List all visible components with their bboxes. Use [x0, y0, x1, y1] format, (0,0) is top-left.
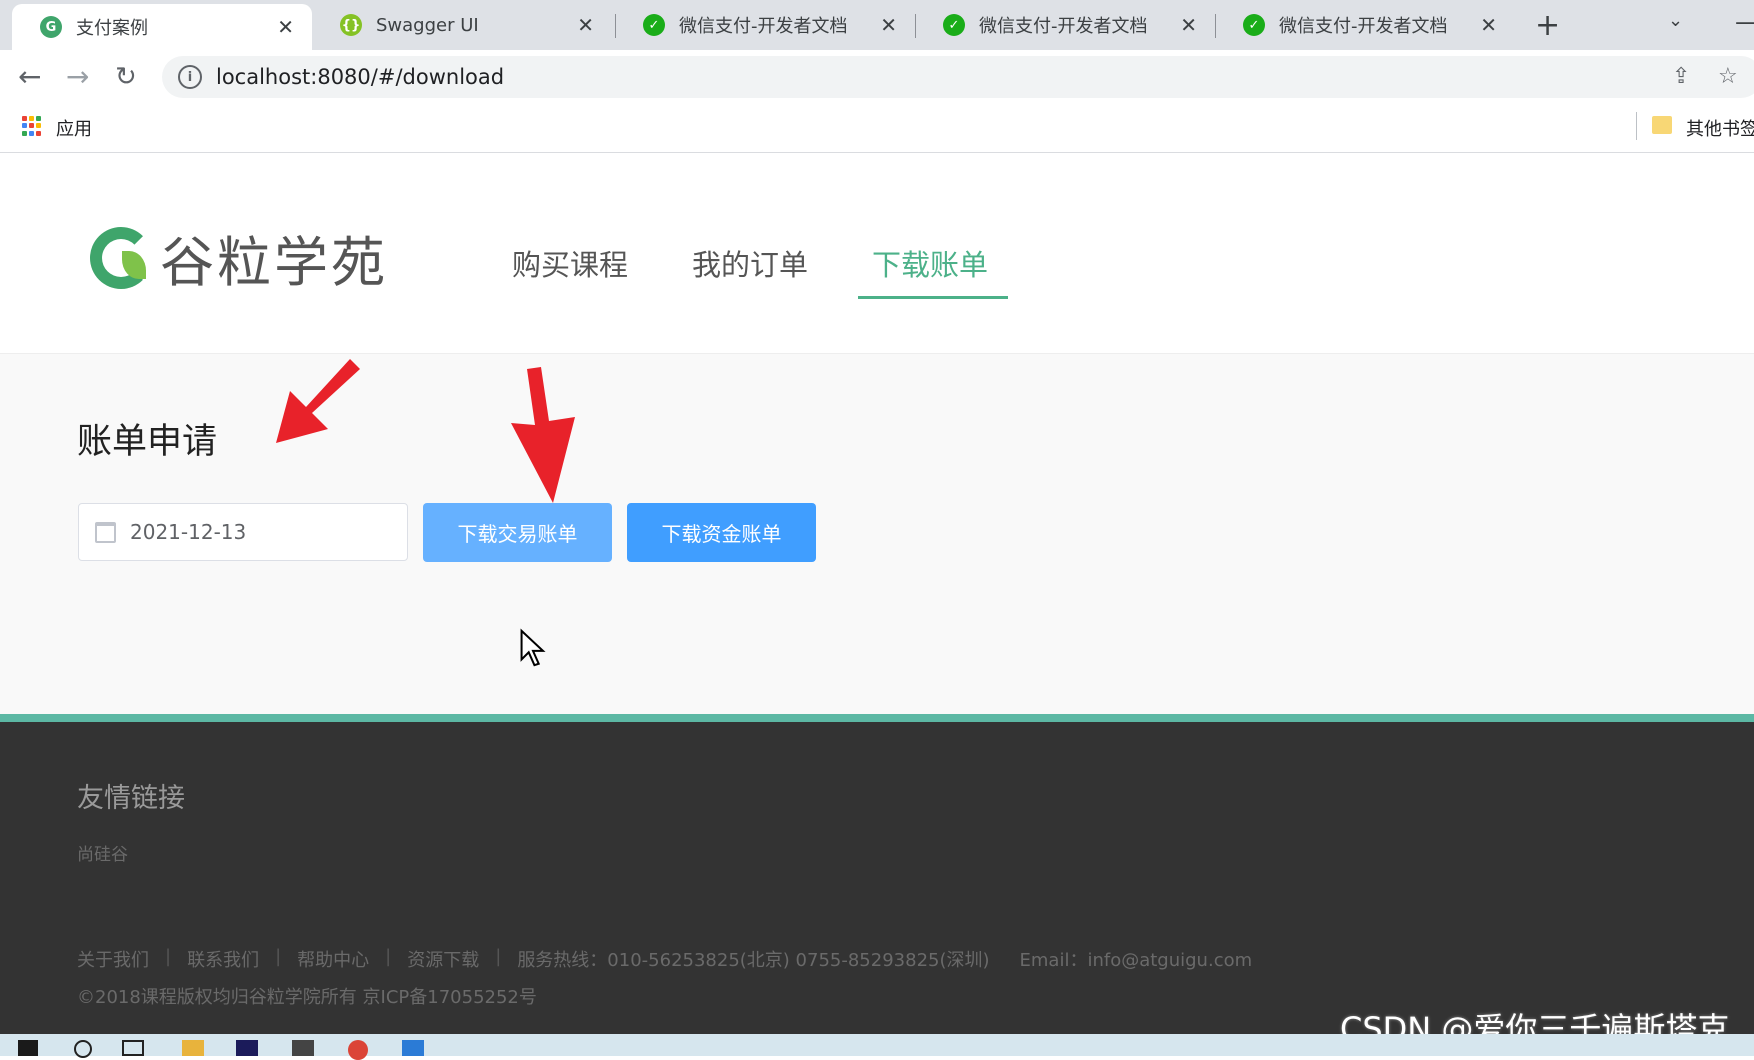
site-logo[interactable]: 谷粒学苑 [90, 218, 388, 297]
tab-wechat-docs-3[interactable]: ✓ 微信支付-开发者文档 ✕ [1215, 0, 1515, 50]
wechat-pay-icon: ✓ [1243, 14, 1265, 36]
mouse-cursor-icon [520, 628, 546, 667]
bookmark-divider [1636, 112, 1637, 140]
swagger-icon: {} [340, 14, 362, 36]
active-nav-indicator [858, 296, 1008, 299]
intellij-icon[interactable] [236, 1040, 258, 1056]
bookmarks-bar [0, 104, 1754, 153]
address-url[interactable]: localhost:8080/#/download [216, 65, 504, 89]
nav-buy-courses[interactable]: 购买课程 [512, 242, 628, 284]
tab-title: Swagger UI [376, 14, 479, 36]
wechat-pay-icon: ✓ [943, 14, 965, 36]
calendar-icon [95, 521, 116, 543]
wechat-pay-icon: ✓ [643, 14, 665, 36]
footer-divider: | [165, 946, 172, 967]
apps-bookmark[interactable]: 应用 [56, 115, 92, 141]
footer-link-contact[interactable]: 联系我们 [187, 946, 259, 972]
leaf-icon [122, 250, 146, 279]
annotation-arrow-icon [511, 367, 575, 503]
footer-divider: | [275, 946, 282, 967]
new-tab-button[interactable]: + [1535, 8, 1560, 43]
date-value[interactable]: 2021-12-13 [130, 520, 246, 544]
browser-toolbar: ← → ↻ i localhost:8080/#/download ⇪ ☆ [0, 50, 1754, 104]
tab-title: 微信支付-开发者文档 [1279, 16, 1448, 37]
minimize-window-icon[interactable]: — [1735, 8, 1754, 36]
close-tab-icon[interactable]: ✕ [880, 13, 897, 37]
file-explorer-icon[interactable] [182, 1040, 204, 1056]
nav-download-bills[interactable]: 下载账单 [872, 242, 988, 284]
logo-text: 谷粒学苑 [160, 231, 388, 294]
terminal-icon[interactable] [292, 1040, 314, 1056]
footer-link-help[interactable]: 帮助中心 [297, 946, 369, 972]
task-view-icon[interactable] [122, 1040, 144, 1056]
search-icon[interactable] [74, 1040, 92, 1058]
site-info-icon[interactable]: i [178, 65, 202, 89]
tab-swagger[interactable]: {} Swagger UI ✕ [312, 0, 612, 50]
folder-icon[interactable] [1652, 116, 1672, 134]
close-tab-icon[interactable]: ✕ [1180, 13, 1197, 37]
bookmark-star-icon[interactable]: ☆ [1718, 64, 1738, 89]
os-taskbar [0, 1034, 1754, 1056]
date-picker-input[interactable]: 2021-12-13 [78, 503, 408, 561]
logo-mark-icon [90, 226, 152, 289]
friend-link-atguigu[interactable]: 尚硅谷 [77, 840, 128, 865]
vscode-icon[interactable] [402, 1040, 424, 1056]
apps-grid-icon[interactable] [22, 116, 42, 136]
tab-wechat-docs-2[interactable]: ✓ 微信支付-开发者文档 ✕ [915, 0, 1215, 50]
friend-links-title: 友情链接 [77, 783, 185, 814]
tab-wechat-docs-1[interactable]: ✓ 微信支付-开发者文档 ✕ [615, 0, 915, 50]
tab-search-icon[interactable]: ⌄ [1668, 10, 1683, 31]
tab-payment-demo[interactable]: G 支付案例 ✕ [12, 4, 312, 50]
download-trade-bill-button[interactable]: 下载交易账单 [423, 503, 612, 562]
page-title: 账单申请 [77, 422, 218, 462]
reload-icon[interactable]: ↻ [115, 62, 137, 92]
footer-links: 关于我们 | 联系我们 | 帮助中心 | 资源下载 | 服务热线：010-562… [77, 946, 1252, 972]
other-bookmarks[interactable]: 其他书签 [1686, 115, 1754, 141]
footer-divider: | [495, 946, 502, 967]
chrome-icon[interactable] [348, 1040, 368, 1060]
nav-my-orders[interactable]: 我的订单 [692, 242, 808, 284]
browser-tab-strip: G 支付案例 ✕ {} Swagger UI ✕ ✓ 微信支付-开发者文档 ✕ … [0, 0, 1754, 50]
copyright: ©2018课程版权均归谷粒学院所有 京ICP备17055252号 [77, 987, 537, 1008]
gugu-logo-icon: G [40, 16, 62, 38]
download-fund-bill-button[interactable]: 下载资金账单 [627, 503, 816, 562]
tab-title: 支付案例 [76, 18, 148, 39]
footer-link-about[interactable]: 关于我们 [77, 946, 149, 972]
share-icon[interactable]: ⇪ [1672, 64, 1690, 89]
footer-hotline: 服务热线：010-56253825(北京) 0755-85293825(深圳) [517, 950, 990, 971]
tab-title: 微信支付-开发者文档 [679, 16, 848, 37]
annotation-arrow-icon [276, 359, 360, 443]
close-tab-icon[interactable]: ✕ [577, 13, 594, 37]
forward-icon[interactable]: → [66, 62, 89, 92]
tab-title: 微信支付-开发者文档 [979, 16, 1148, 37]
back-icon[interactable]: ← [18, 62, 41, 92]
close-tab-icon[interactable]: ✕ [277, 15, 294, 39]
footer-divider: | [385, 946, 392, 967]
address-bar[interactable]: i localhost:8080/#/download [162, 56, 1754, 98]
footer-link-downloads[interactable]: 资源下载 [407, 946, 479, 972]
windows-start-icon[interactable] [18, 1040, 38, 1056]
footer-email: Email：info@atguigu.com [1019, 950, 1253, 971]
close-tab-icon[interactable]: ✕ [1480, 13, 1497, 37]
